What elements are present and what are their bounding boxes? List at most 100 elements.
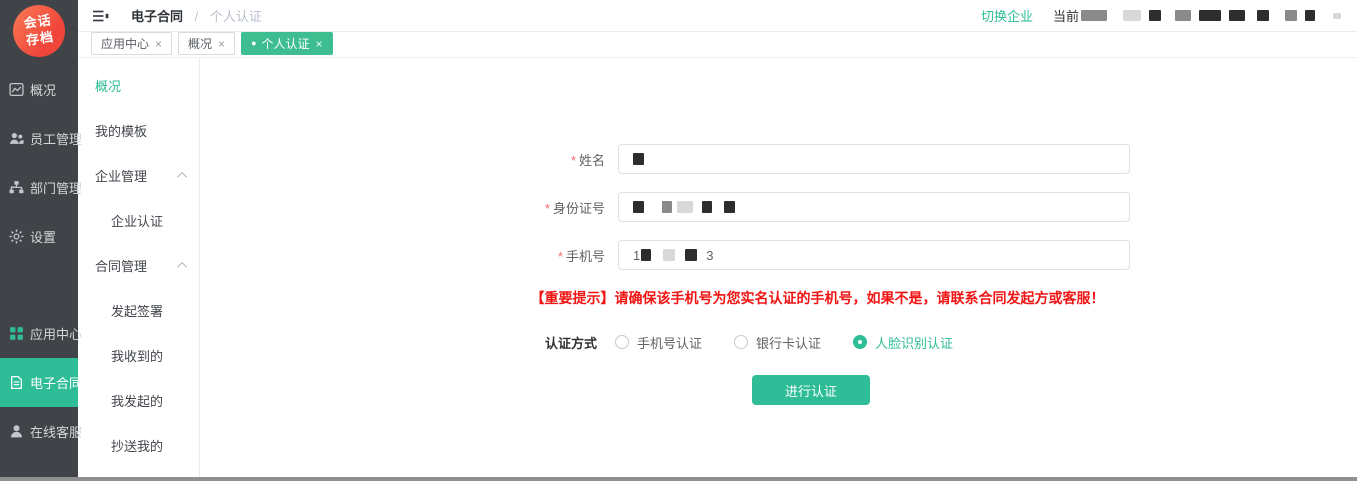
subnav-my-templates[interactable]: 我的模板 — [78, 108, 199, 153]
tab-label: 个人认证 — [262, 35, 310, 52]
person-icon — [9, 424, 24, 439]
chevron-up-icon[interactable] — [177, 262, 187, 272]
chart-icon — [9, 82, 24, 97]
redacted-block — [1229, 10, 1245, 21]
radio-label: 银行卡认证 — [756, 333, 821, 352]
id-number-input[interactable] — [618, 192, 1130, 222]
tab-label: 概况 — [188, 35, 212, 52]
subnav-enterprise-auth[interactable]: 企业认证 — [78, 198, 199, 243]
subnav-label: 企业认证 — [111, 211, 163, 230]
sidebar-item-employees[interactable]: 员工管理 — [0, 114, 78, 163]
redacted-block — [1333, 13, 1341, 19]
subnav-group-contract-mgmt[interactable]: 合同管理 — [78, 243, 199, 288]
redacted-value — [662, 201, 672, 213]
radio-phone-auth[interactable]: 手机号认证 — [615, 333, 702, 352]
redacted-block — [1149, 10, 1161, 21]
sidebar-item-label: 部门管理 — [30, 178, 82, 197]
collapse-sidebar-icon[interactable] — [92, 9, 109, 23]
tab-personal-auth[interactable]: ● 个人认证 × — [241, 32, 332, 55]
required-mark: * — [545, 201, 550, 216]
subnav-label: 概况 — [95, 76, 121, 95]
phone-visible-prefix: 1 — [633, 248, 640, 263]
redacted-block — [1285, 10, 1297, 21]
breadcrumb: 电子合同 / 个人认证 — [131, 6, 262, 25]
subnav-received[interactable]: 我收到的 — [78, 333, 199, 378]
contract-document-icon — [9, 375, 24, 390]
close-icon[interactable]: × — [155, 37, 162, 51]
name-input[interactable] — [618, 144, 1130, 174]
org-tree-icon — [9, 180, 24, 195]
subnav-label: 抄送我的 — [111, 436, 163, 455]
phone-visible-suffix: 3 — [706, 248, 713, 263]
redacted-value — [633, 201, 644, 213]
radio-bank-card-auth[interactable]: 银行卡认证 — [734, 333, 821, 352]
auth-method-row: 认证方式 手机号认证 银行卡认证 人脸识别认证 — [545, 330, 985, 354]
redacted-block — [1081, 10, 1107, 21]
close-icon[interactable]: × — [316, 37, 323, 51]
secondary-sidebar: 概况 我的模板 企业管理 企业认证 合同管理 发起签署 — [78, 58, 200, 481]
radio-label: 手机号认证 — [637, 333, 702, 352]
breadcrumb-parent[interactable]: 电子合同 — [131, 9, 183, 24]
tab-overview[interactable]: 概况 × — [178, 32, 235, 55]
redacted-block — [1123, 10, 1141, 21]
switch-company-link[interactable]: 切换企业 — [981, 6, 1033, 25]
redacted-value — [724, 201, 735, 213]
sidebar-item-label: 员工管理 — [30, 129, 82, 148]
redacted-value — [663, 249, 675, 261]
form-row-id-number: *身份证号 — [200, 192, 1130, 222]
sidebar-item-departments[interactable]: 部门管理 — [0, 163, 78, 212]
form-row-name: *姓名 — [200, 144, 1130, 174]
people-icon — [9, 131, 24, 146]
personal-auth-form: *姓名 *身份证号 *手机号 — [200, 58, 1357, 481]
tab-app-center[interactable]: 应用中心 × — [91, 32, 172, 55]
sidebar-item-label: 概况 — [30, 80, 56, 99]
subnav-initiate-signing[interactable]: 发起签署 — [78, 288, 199, 333]
sidebar-item-settings[interactable]: 设置 — [0, 212, 78, 261]
redacted-block — [1257, 10, 1269, 21]
tab-label: 应用中心 — [101, 35, 149, 52]
redacted-block — [1175, 10, 1191, 21]
subnav-label: 我发起的 — [111, 391, 163, 410]
form-row-phone: *手机号 1 3 — [200, 240, 1130, 270]
chevron-up-icon[interactable] — [177, 172, 187, 182]
radio-icon[interactable] — [615, 335, 629, 349]
required-mark: * — [571, 153, 576, 168]
proceed-auth-button[interactable]: 进行认证 — [752, 375, 870, 405]
redacted-value — [641, 249, 651, 261]
subnav-overview[interactable]: 概况 — [78, 63, 199, 108]
redacted-value — [685, 249, 697, 261]
sidebar-item-e-contract[interactable]: 电子合同 — [0, 358, 78, 407]
subnav-cc-me[interactable]: 抄送我的 — [78, 423, 199, 468]
radio-label: 人脸识别认证 — [875, 333, 953, 352]
primary-nav: 概况 员工管理 部门管理 设置 — [0, 65, 78, 456]
subnav-label: 企业管理 — [95, 166, 147, 185]
radio-selected-icon[interactable] — [853, 335, 867, 349]
redacted-block — [1199, 10, 1221, 21]
sidebar-item-app-center[interactable]: 应用中心 — [0, 309, 78, 358]
active-dot-icon: ● — [251, 39, 256, 48]
sidebar-item-overview[interactable]: 概况 — [0, 65, 78, 114]
redacted-block — [1305, 10, 1315, 21]
grid-apps-icon — [9, 326, 24, 341]
radio-face-recognition-auth[interactable]: 人脸识别认证 — [853, 333, 953, 352]
name-label: *姓名 — [200, 150, 605, 169]
close-icon[interactable]: × — [218, 37, 225, 51]
subnav-initiated[interactable]: 我发起的 — [78, 378, 199, 423]
horizontal-scrollbar[interactable] — [0, 477, 1357, 481]
redacted-value — [633, 153, 644, 165]
radio-icon[interactable] — [734, 335, 748, 349]
subnav-group-enterprise-mgmt[interactable]: 企业管理 — [78, 153, 199, 198]
sidebar-item-label: 在线客服 — [30, 422, 82, 441]
important-notice: 【重要提示】请确保该手机号为您实名认证的手机号，如果不是，请联系合同发起方或客服… — [495, 288, 1140, 308]
phone-input[interactable]: 1 3 — [618, 240, 1130, 270]
sidebar-item-online-service[interactable]: 在线客服 — [0, 407, 78, 456]
subnav-label: 我的模板 — [95, 121, 147, 140]
subnav-label: 发起签署 — [111, 301, 163, 320]
auth-method-label: 认证方式 — [545, 333, 597, 352]
sidebar-item-label: 电子合同 — [30, 373, 82, 392]
redacted-value — [677, 201, 693, 213]
primary-sidebar: 会话 存档 概况 员工管理 部门管理 — [0, 0, 78, 481]
current-company-prefix: 当前 — [1053, 6, 1079, 25]
breadcrumb-current: 个人认证 — [210, 9, 262, 24]
redacted-value — [702, 201, 712, 213]
